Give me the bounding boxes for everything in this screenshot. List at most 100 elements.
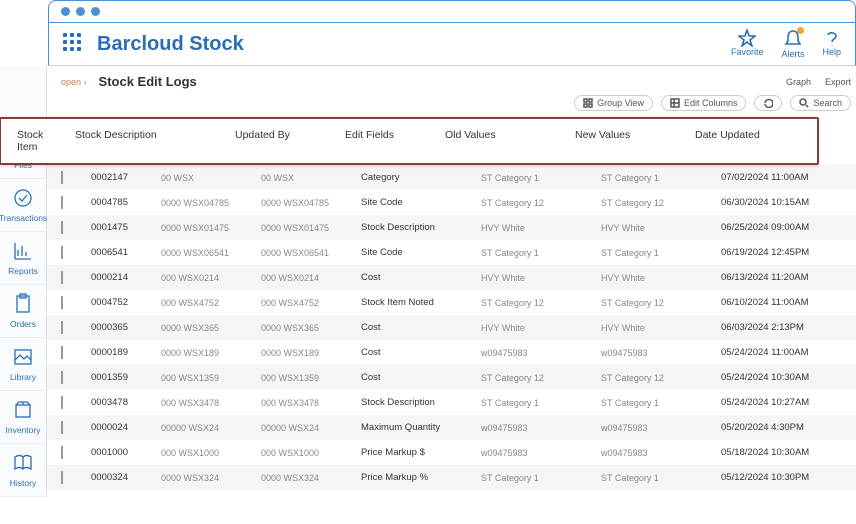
sidebar-item-reports[interactable]: Reports — [0, 232, 46, 285]
cell-date: 06/03/2024 2:13PM — [721, 322, 851, 333]
cell-new: HVY White — [601, 323, 721, 333]
help-button[interactable]: Help — [822, 29, 841, 59]
toolbar-label: Edit Columns — [684, 98, 738, 108]
toolbar-label: Group View — [597, 98, 644, 108]
alerts-button[interactable]: Alerts — [781, 29, 804, 59]
cell-date: 06/25/2024 09:00AM — [721, 222, 851, 233]
search-button[interactable]: Search — [790, 95, 851, 111]
table-row[interactable]: 00065410000 WSX065410000 WSX06541Site Co… — [47, 240, 856, 265]
cell-stock: 0000214 — [91, 272, 161, 283]
table-row[interactable]: 0004752000 WSX4752000 WSX4752Stock Item … — [47, 290, 856, 315]
cell-by: 000 WSX4752 — [261, 298, 361, 308]
row-checkbox[interactable] — [61, 446, 63, 459]
col-updated-by[interactable]: Updated By — [235, 129, 345, 153]
sidebar-item-inventory[interactable]: Inventory — [0, 391, 46, 444]
cell-new: w09475983 — [601, 448, 721, 458]
row-checkbox[interactable] — [61, 271, 63, 284]
refresh-button[interactable] — [754, 95, 782, 111]
sidebar-item-label: Inventory — [6, 425, 41, 435]
cell-new: ST Category 1 — [601, 473, 721, 483]
cell-new: HVY White — [601, 273, 721, 283]
cell-desc: 0000 WSX365 — [161, 323, 261, 333]
cell-new: ST Category 1 — [601, 398, 721, 408]
cell-field: Maximum Quantity — [361, 422, 481, 433]
cell-old: HVY White — [481, 323, 601, 333]
cell-by: 0000 WSX04785 — [261, 198, 361, 208]
table-row[interactable]: 00003240000 WSX3240000 WSX324Price Marku… — [47, 465, 856, 490]
sidebar-item-history[interactable]: History — [0, 444, 46, 497]
cell-date: 07/02/2024 11:00AM — [721, 172, 851, 183]
cell-new: ST Category 1 — [601, 173, 721, 183]
cell-date: 06/10/2024 11:00AM — [721, 297, 851, 308]
row-checkbox[interactable] — [61, 196, 63, 209]
breadcrumb[interactable]: open › — [61, 77, 87, 87]
row-checkbox[interactable] — [61, 321, 63, 334]
edit-columns-button[interactable]: Edit Columns — [661, 95, 747, 111]
cell-by: 00000 WSX24 — [261, 423, 361, 433]
cell-old: w09475983 — [481, 348, 601, 358]
row-checkbox[interactable] — [61, 246, 63, 259]
table-row[interactable]: 00003650000 WSX3650000 WSX365CostHVY Whi… — [47, 315, 856, 340]
cell-date: 05/24/2024 10:30AM — [721, 372, 851, 383]
table-row[interactable]: 0000214000 WSX0214000 WSX0214CostHVY Whi… — [47, 265, 856, 290]
col-old-values[interactable]: Old Values — [445, 129, 575, 153]
graph-link[interactable]: Graph — [786, 77, 811, 87]
table-row[interactable]: 00001890000 WSX1890000 WSX189Costw094759… — [47, 340, 856, 365]
cell-old: ST Category 12 — [481, 298, 601, 308]
table-row[interactable]: 0001359000 WSX1359000 WSX1359CostST Cate… — [47, 365, 856, 390]
row-checkbox[interactable] — [61, 371, 63, 384]
cell-stock: 0003478 — [91, 397, 161, 408]
check-circle-icon — [12, 187, 34, 209]
cell-stock: 0001475 — [91, 222, 161, 233]
group-view-button[interactable]: Group View — [574, 95, 653, 111]
book-icon — [12, 452, 34, 474]
col-stock-item[interactable]: Stock Item — [15, 129, 45, 153]
cell-field: Stock Description — [361, 397, 481, 408]
chart-icon — [12, 240, 34, 262]
table-row[interactable]: 000214700 WSX00 WSXCategoryST Category 1… — [47, 165, 856, 190]
cell-by: 000 WSX0214 — [261, 273, 361, 283]
favorite-button[interactable]: Favorite — [731, 29, 764, 59]
window-dot[interactable] — [91, 7, 100, 16]
cell-old: ST Category 1 — [481, 248, 601, 258]
row-checkbox[interactable] — [61, 171, 63, 184]
table-row[interactable]: 0003478000 WSX3478000 WSX3478Stock Descr… — [47, 390, 856, 415]
apps-grid-icon[interactable] — [63, 33, 85, 55]
window-dot[interactable] — [76, 7, 85, 16]
window-titlebar — [48, 0, 856, 22]
sidebar-item-label: Orders — [10, 319, 36, 329]
row-checkbox[interactable] — [61, 396, 63, 409]
cell-desc: 000 WSX1359 — [161, 373, 261, 383]
cell-desc: 000 WSX3478 — [161, 398, 261, 408]
cell-by: 00 WSX — [261, 173, 361, 183]
export-link[interactable]: Export — [825, 77, 851, 87]
cell-desc: 0000 WSX324 — [161, 473, 261, 483]
row-checkbox[interactable] — [61, 471, 63, 484]
cell-date: 05/24/2024 10:27AM — [721, 397, 851, 408]
row-checkbox[interactable] — [61, 221, 63, 234]
cell-stock: 0001000 — [91, 447, 161, 458]
row-checkbox[interactable] — [61, 296, 63, 309]
cell-by: 000 WSX1000 — [261, 448, 361, 458]
col-edit-fields[interactable]: Edit Fields — [345, 129, 445, 153]
row-checkbox[interactable] — [61, 346, 63, 359]
row-checkbox[interactable] — [61, 421, 63, 434]
col-new-values[interactable]: New Values — [575, 129, 695, 153]
cell-field: Price Markup % — [361, 472, 481, 483]
cell-date: 06/30/2024 10:15AM — [721, 197, 851, 208]
cell-field: Stock Item Noted — [361, 297, 481, 308]
col-date-updated[interactable]: Date Updated — [695, 129, 825, 153]
col-stock-description[interactable]: Stock Description — [45, 129, 235, 153]
table-row[interactable]: 00047850000 WSX047850000 WSX04785Site Co… — [47, 190, 856, 215]
bell-icon — [784, 29, 802, 47]
table-row[interactable]: 0001000000 WSX1000000 WSX1000Price Marku… — [47, 440, 856, 465]
table-row[interactable]: 00014750000 WSX014750000 WSX01475Stock D… — [47, 215, 856, 240]
sidebar-item-transactions[interactable]: Transactions — [0, 179, 46, 232]
cell-field: Site Code — [361, 247, 481, 258]
sidebar-item-library[interactable]: Library — [0, 338, 46, 391]
window-dot[interactable] — [61, 7, 70, 16]
star-icon — [738, 29, 756, 47]
table-row[interactable]: 000002400000 WSX2400000 WSX24Maximum Qua… — [47, 415, 856, 440]
sidebar-item-orders[interactable]: Orders — [0, 285, 46, 338]
alerts-label: Alerts — [781, 49, 804, 59]
